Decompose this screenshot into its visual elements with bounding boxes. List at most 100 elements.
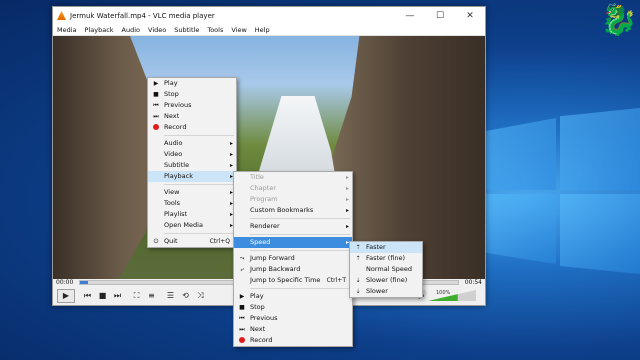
stop-button[interactable]: ■ (96, 290, 109, 302)
next-icon: ⏭ (113, 290, 122, 300)
play-button[interactable]: ▶ (57, 288, 75, 303)
menu-subtitle[interactable]: Subtitle (170, 26, 203, 34)
menu-separator (250, 250, 350, 251)
loop-icon: ⟲ (182, 291, 189, 300)
extended-settings-button[interactable]: ≡ (145, 290, 158, 302)
menu-item-speed[interactable]: Speed ▸ (234, 237, 352, 248)
menu-item-subtitle[interactable]: Subtitle ▸ (148, 160, 236, 171)
minimize-button[interactable]: — (395, 7, 425, 24)
menu-playback[interactable]: Playback (81, 26, 118, 34)
menu-item-next[interactable]: ⏭ Next (234, 324, 352, 335)
menu-separator (250, 234, 350, 235)
menu-separator (164, 233, 234, 234)
slower-fine-icon: ⇣ (355, 277, 361, 284)
menu-media[interactable]: Media (53, 26, 81, 34)
context-menu-speed: ⇡ Faster ⇡ Faster (fine) Normal Speed ⇣ Slo… (349, 241, 423, 298)
menu-item-renderer[interactable]: Renderer ▸ (234, 221, 352, 232)
context-menu-main: ▶ Play ■ Stop ⏮ Previous ⏭ Next Record Audio… (147, 77, 237, 248)
menu-item-view[interactable]: View ▸ (148, 187, 236, 198)
slower-icon: ⇣ (355, 288, 361, 295)
submenu-arrow-icon: ▸ (345, 196, 349, 203)
menu-help[interactable]: Help (251, 26, 274, 34)
menu-item-open-media[interactable]: Open Media ▸ (148, 220, 236, 231)
menu-item-playlist[interactable]: Playlist ▸ (148, 209, 236, 220)
menu-item-previous[interactable]: ⏮ Previous (234, 313, 352, 324)
stop-icon: ■ (153, 91, 159, 98)
elapsed-time: 00:00 (56, 278, 74, 286)
menu-item-record[interactable]: Record (148, 122, 236, 133)
menu-item-previous[interactable]: ⏮ Previous (148, 100, 236, 111)
menu-item-audio[interactable]: Audio ▸ (148, 138, 236, 149)
close-button[interactable]: ✕ (455, 7, 485, 24)
menu-item-stop[interactable]: ■ Stop (234, 302, 352, 313)
stop-icon: ■ (239, 304, 245, 311)
menu-item-chapter: Chapter ▸ (250, 184, 349, 192)
quit-shortcut: Ctrl+Q (209, 238, 230, 245)
menu-item-play[interactable]: ▶ Play (148, 78, 236, 89)
menu-item-custom-bookmarks[interactable]: Custom Bookmarks ▸ (234, 205, 352, 216)
fullscreen-button[interactable]: ⛶ (130, 290, 143, 302)
playlist-button[interactable]: ☰ (164, 290, 177, 302)
loop-button[interactable]: ⟲ (179, 290, 192, 302)
faster-fine-icon: ⇡ (355, 255, 361, 262)
menu-item-playback[interactable]: Playback ▸ (148, 171, 236, 182)
menu-item-jump-backward[interactable]: ⤶ Jump Backward (234, 264, 352, 275)
menu-item-normal-speed[interactable]: Normal Speed (350, 264, 422, 275)
menu-item-faster-fine[interactable]: ⇡ Faster (fine) (350, 253, 422, 264)
playlist-icon: ☰ (166, 291, 175, 300)
dragon-logo-icon: 🐉 (600, 3, 638, 38)
next-button[interactable]: ⏭ (111, 290, 124, 302)
menu-tools[interactable]: Tools (203, 26, 227, 34)
jump-time-shortcut: Ctrl+T (326, 277, 346, 284)
menu-item-jump-forward[interactable]: ⤳ Jump Forward (234, 253, 352, 264)
jump-forward-icon: ⤳ (239, 255, 245, 262)
menu-item-play[interactable]: ▶ Play (234, 291, 352, 302)
vlc-cone-icon (57, 11, 66, 20)
menu-item-tools[interactable]: Tools ▸ (148, 198, 236, 209)
menu-item-title: Title ▸ (250, 173, 349, 181)
menu-audio[interactable]: Audio (118, 26, 144, 34)
next-icon: ⏭ (239, 326, 245, 333)
previous-button[interactable]: ⏮ (81, 290, 94, 302)
menu-item-slower[interactable]: ⇣ Slower (350, 286, 422, 297)
menu-video[interactable]: Video (144, 26, 170, 34)
previous-icon: ⏮ (239, 315, 245, 322)
previous-icon: ⏮ (153, 102, 159, 109)
record-icon (151, 122, 161, 134)
quit-icon: ⏻ (153, 238, 159, 245)
menu-view[interactable]: View (227, 26, 250, 34)
record-icon (237, 335, 247, 347)
submenu-arrow-icon: ▸ (229, 162, 233, 169)
faster-icon: ⇡ (355, 244, 361, 251)
menu-item-faster[interactable]: ⇡ Faster (350, 242, 422, 253)
menu-bar: Media Playback Audio Video Subtitle Tool… (53, 24, 485, 36)
play-icon: ▶ (239, 293, 245, 300)
menu-item-slower-fine[interactable]: ⇣ Slower (fine) (350, 275, 422, 286)
previous-icon: ⏮ (83, 290, 92, 300)
play-icon: ▶ (153, 80, 159, 87)
menu-separator (164, 184, 234, 185)
menu-separator (164, 135, 234, 136)
volume-slider[interactable]: 100% (428, 290, 476, 301)
fullscreen-icon: ⛶ (133, 290, 140, 300)
jump-backward-icon: ⤶ (240, 266, 244, 273)
menu-separator (250, 218, 350, 219)
menu-item-record[interactable]: Record (234, 335, 352, 346)
window-title: Jermuk Waterfall.mp4 - VLC media player (70, 11, 215, 20)
menu-item-video[interactable]: Video ▸ (148, 149, 236, 160)
submenu-arrow-icon: ▸ (345, 185, 349, 192)
next-icon: ⏭ (153, 113, 159, 120)
total-time: 00:54 (464, 278, 482, 286)
menu-item-jump-to-time[interactable]: Jump to Specific Time Ctrl+T (234, 275, 352, 286)
volume-percent: 100% (436, 290, 451, 296)
stop-icon: ■ (98, 291, 107, 300)
submenu-arrow-icon: ▸ (345, 174, 349, 181)
maximize-button[interactable]: ☐ (425, 7, 455, 24)
submenu-arrow-icon: ▸ (345, 207, 349, 214)
shuffle-button[interactable]: ⤨ (194, 290, 207, 302)
windows-logo-pane-4 (560, 194, 640, 274)
menu-item-next[interactable]: ⏭ Next (148, 111, 236, 122)
menu-item-program: Program ▸ (250, 195, 349, 203)
menu-item-quit[interactable]: ⏻ Quit Ctrl+Q (148, 236, 236, 247)
menu-item-stop[interactable]: ■ Stop (148, 89, 236, 100)
